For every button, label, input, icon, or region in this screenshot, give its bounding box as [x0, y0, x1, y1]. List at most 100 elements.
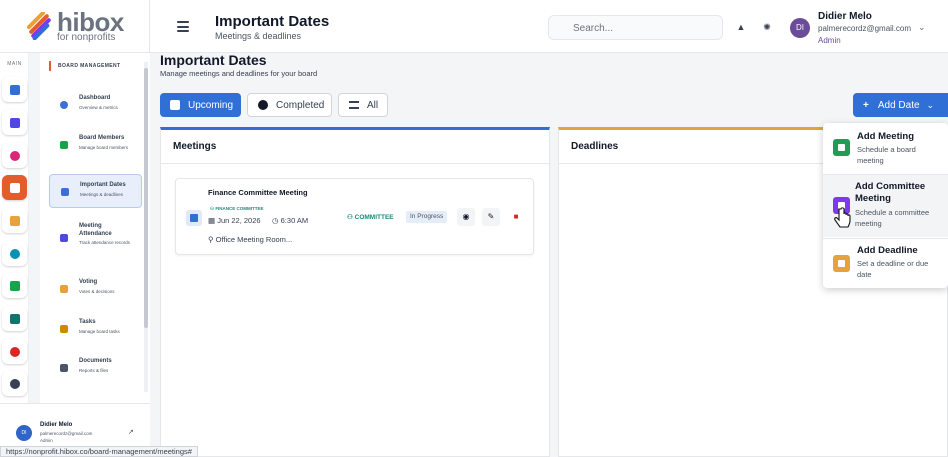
sidebar-item-label: Voting — [79, 279, 98, 285]
calendar-icon — [170, 100, 180, 110]
meeting-type-label: COMMITTEE — [354, 214, 394, 221]
menu-item-desc: Schedule a committee meeting — [855, 208, 930, 228]
chevron-down-icon: ⌄ — [926, 99, 935, 110]
meeting-date-text: Jun 22, 2026 — [217, 216, 261, 225]
dashboard-icon — [60, 101, 68, 109]
sidebar-item-desc: Manage board tasks — [79, 329, 120, 334]
meetings-panel-title: Meetings — [161, 130, 549, 164]
avatar[interactable]: DI — [16, 425, 32, 441]
sidebar-item-label: Important Dates — [80, 182, 126, 188]
avatar[interactable]: DI — [790, 18, 810, 38]
logo-icon — [24, 10, 54, 41]
sidebar-item-meeting-attendance[interactable]: Meeting Attendance Track attendance reco… — [49, 218, 142, 258]
edit-icon[interactable]: ✎ — [482, 208, 500, 226]
footer-user-role: Admin — [40, 438, 53, 443]
sidebar-item-desc: Votes & decisions — [79, 289, 115, 294]
header-subtitle: Meetings & deadlines — [215, 31, 302, 41]
menu-item-title: Add Meeting — [857, 131, 914, 142]
meeting-location: ⚲ Office Meeting Room... — [208, 235, 292, 244]
rail-label: MAIN — [7, 61, 22, 67]
plus-icon: + — [863, 99, 869, 111]
sidebar-item-desc: Overview & metrics — [79, 105, 118, 110]
calendar-icon — [186, 210, 202, 226]
location-pin-icon: ⚲ — [208, 235, 214, 244]
user-name: Didier Melo — [818, 11, 872, 22]
meetings-panel: Meetings — [160, 127, 550, 457]
delete-icon[interactable]: ■ — [507, 208, 525, 226]
bell-icon[interactable]: ▲ — [736, 22, 746, 32]
home-icon[interactable] — [2, 77, 27, 102]
theme-toggle-icon[interactable]: ✺ — [762, 22, 772, 32]
header-title: Important Dates — [215, 13, 330, 30]
clock-icon: ◷ — [272, 216, 279, 225]
chevron-down-icon[interactable]: ⌄ — [918, 22, 926, 33]
calendar-plus-icon — [833, 139, 850, 156]
icon-rail: MAIN — [0, 53, 29, 457]
filter-label: All — [367, 99, 379, 111]
menu-item-desc: Set a deadline or due date — [857, 259, 929, 279]
calendar-small-icon: ▦ — [208, 216, 216, 225]
sidebar-item-label: Board Members — [79, 135, 125, 141]
sidebar-item-label: Tasks — [79, 319, 96, 325]
filter-all-button[interactable]: All — [338, 93, 388, 117]
filter-label: Upcoming — [188, 99, 234, 111]
user-check-icon — [60, 234, 68, 242]
calendar-icon[interactable] — [2, 175, 27, 200]
user-role: Admin — [818, 36, 841, 45]
calendar-icon — [61, 188, 69, 196]
menu-toggle-icon[interactable] — [177, 21, 189, 32]
users-icon[interactable] — [2, 306, 27, 331]
pill-icon[interactable] — [2, 143, 27, 168]
meeting-date: ▦ Jun 22, 2026 — [208, 216, 261, 225]
brand-tagline: for nonprofits — [57, 32, 116, 43]
users-icon: ⚇ — [210, 206, 215, 211]
sidebar-item-important-dates[interactable]: Important Dates Meetings & deadlines — [49, 174, 142, 208]
view-icon[interactable]: ◉ — [457, 208, 475, 226]
search-input[interactable]: Search... — [548, 15, 723, 40]
sidebar-item-voting[interactable]: Voting Votes & decisions — [49, 272, 142, 306]
sidebar-item-desc: Meetings & deadlines — [80, 192, 124, 197]
external-link-icon[interactable]: ↗ — [128, 428, 134, 436]
meeting-card[interactable]: Finance Committee Meeting ⚇ FINANCE COMM… — [175, 178, 534, 255]
logo[interactable]: hibox for nonprofits — [0, 0, 150, 53]
list-icon — [349, 101, 359, 109]
meeting-time: ◷ 6:30 AM — [272, 216, 308, 225]
user-email: palmerecordz@gmail.com — [818, 24, 912, 33]
add-date-label: Add Date — [877, 99, 920, 111]
sidebar-item-desc: Manage board members — [79, 145, 129, 150]
meeting-title: Finance Committee Meeting — [208, 188, 308, 197]
filter-completed-button[interactable]: Completed — [247, 93, 332, 117]
sidebar-item-label: Meeting Attendance — [79, 223, 112, 237]
sidebar-item-tasks[interactable]: Tasks Manage board tasks — [49, 312, 142, 346]
filter-upcoming-button[interactable]: Upcoming — [160, 93, 241, 117]
sidebar-item-dashboard[interactable]: Dashboard Overview & metrics — [49, 88, 142, 122]
users-icon — [60, 141, 68, 149]
badge-icon[interactable] — [2, 208, 27, 233]
meeting-type-badge: ⚇ COMMITTEE — [347, 213, 394, 221]
share-icon[interactable] — [2, 273, 27, 298]
chart-icon[interactable] — [2, 339, 27, 364]
sidebar-scrollbar-thumb[interactable] — [144, 68, 148, 328]
hand-cursor-icon — [834, 207, 851, 228]
add-date-button[interactable]: + Add Date ⌄ — [853, 93, 948, 117]
circle-icon[interactable] — [2, 241, 27, 266]
menu-item-title: Add Committee Meeting — [855, 181, 926, 204]
list-icon — [60, 325, 68, 333]
sidebar-item-desc: Reports & files — [79, 368, 109, 373]
org-chart-icon[interactable] — [2, 110, 27, 135]
footer-user-email: palmerecordz@gmail.com — [40, 431, 93, 436]
sidebar-item-documents[interactable]: Documents Reports & files — [49, 351, 142, 385]
committee-tag: ⚇ FINANCE COMMITTEE — [210, 206, 264, 212]
gear-icon[interactable] — [2, 371, 27, 396]
document-icon — [60, 364, 68, 372]
menu-item-add-meeting[interactable]: Add Meeting Schedule a board meeting — [823, 129, 948, 173]
footer-user-name: Didier Melo — [40, 422, 73, 428]
menu-item-add-deadline[interactable]: Add Deadline Set a deadline or due date — [823, 239, 948, 285]
clock-icon — [833, 255, 850, 272]
vote-icon — [60, 285, 68, 293]
check-circle-icon — [258, 100, 268, 110]
sidebar-item-board-members[interactable]: Board Members Manage board members — [49, 128, 142, 162]
status-badge: In Progress — [406, 211, 448, 223]
sidebar-item-label: Dashboard — [79, 95, 111, 101]
page-subtitle: Manage meetings and deadlines for your b… — [160, 69, 318, 78]
